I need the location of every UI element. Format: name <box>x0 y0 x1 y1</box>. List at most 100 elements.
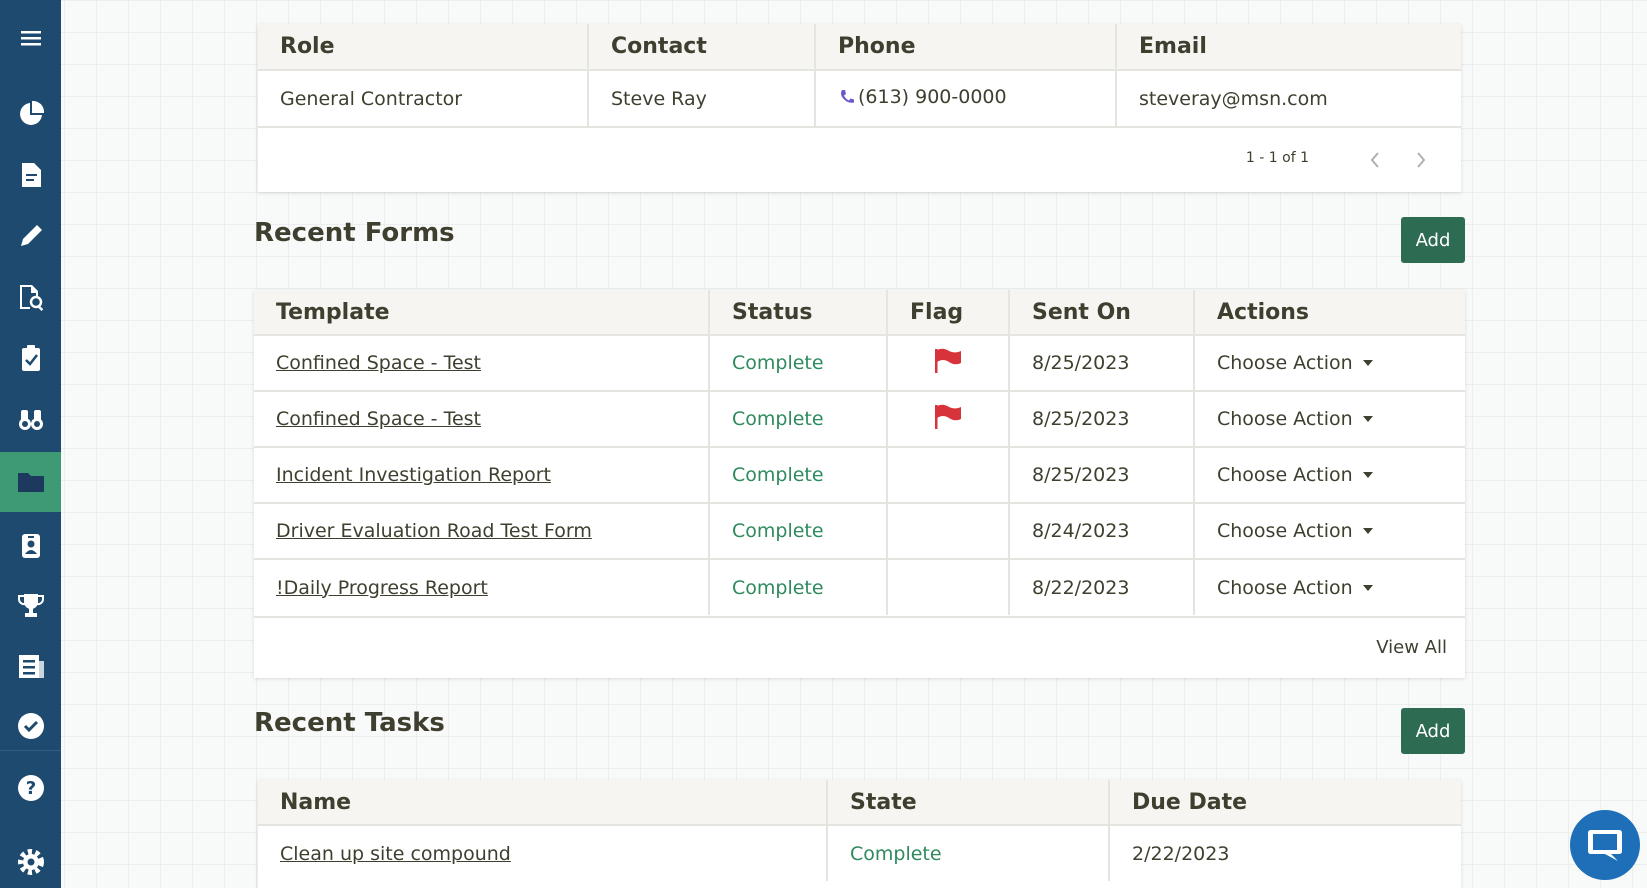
contact-email[interactable]: steveray@msn.com <box>1116 69 1461 126</box>
id-badge-icon <box>21 534 40 558</box>
add-form-button[interactable]: Add <box>1401 217 1465 263</box>
form-sent-on: 8/24/2023 <box>1009 502 1195 559</box>
folder-icon <box>17 473 44 492</box>
form-sent-on: 8/25/2023 <box>1009 446 1195 503</box>
recent-tasks-title: Recent Tasks <box>254 708 445 738</box>
gear-icon <box>17 849 44 875</box>
table-row: Clean up site compound Complete 2/22/202… <box>258 824 1461 881</box>
column-header-sent-on: Sent On <box>1009 290 1195 335</box>
sidebar: ? <box>0 0 61 888</box>
form-status: Complete <box>709 334 888 391</box>
table-row: Confined Space - Test Complete 8/25/2023… <box>254 390 1465 447</box>
table-row: Driver Evaluation Road Test Form Complet… <box>254 502 1465 559</box>
form-sent-on: 8/22/2023 <box>1009 558 1195 615</box>
chevron-left-icon <box>1370 152 1379 168</box>
caret-down-icon <box>1362 360 1373 366</box>
choose-action-label: Choose Action <box>1217 352 1353 374</box>
sidebar-item-news[interactable] <box>0 636 61 696</box>
add-task-button[interactable]: Add <box>1401 708 1465 754</box>
sidebar-item-edit[interactable] <box>0 206 61 266</box>
column-header-phone: Phone <box>815 24 1117 70</box>
caret-down-icon <box>1362 528 1373 534</box>
help-icon: ? <box>17 775 44 801</box>
flag-icon <box>935 404 961 429</box>
choose-action-dropdown[interactable]: Choose Action <box>1217 577 1373 599</box>
choose-action-label: Choose Action <box>1217 464 1353 486</box>
sidebar-item-settings[interactable] <box>0 832 61 888</box>
sidebar-item-search-forms[interactable] <box>0 267 61 327</box>
caret-down-icon <box>1362 584 1373 591</box>
choose-action-label: Choose Action <box>1217 408 1353 430</box>
flag-icon <box>935 348 961 373</box>
next-page-button[interactable] <box>1409 148 1433 172</box>
flag-cell <box>887 502 1010 559</box>
pencil-icon <box>20 225 42 246</box>
svg-text:?: ? <box>25 778 35 799</box>
choose-action-dropdown[interactable]: Choose Action <box>1217 464 1373 486</box>
menu-toggle[interactable] <box>0 8 61 68</box>
prev-page-button[interactable] <box>1363 148 1387 172</box>
column-header-status: Status <box>709 290 888 335</box>
newspaper-icon <box>18 655 44 678</box>
flag-cell <box>887 390 1010 447</box>
form-template-link[interactable]: Confined Space - Test <box>276 408 481 430</box>
caret-down-icon <box>1362 416 1373 422</box>
column-header-flag: Flag <box>887 290 1010 335</box>
choose-action-dropdown[interactable]: Choose Action <box>1217 408 1373 430</box>
table-row: !Daily Progress Report Complete 8/22/202… <box>254 558 1465 615</box>
sidebar-item-tasks[interactable] <box>0 696 61 756</box>
table-row: Incident Investigation Report Complete 8… <box>254 446 1465 503</box>
task-name-link[interactable]: Clean up site compound <box>280 843 511 865</box>
sidebar-item-documents[interactable] <box>0 145 61 205</box>
contacts-card: Role Contact Phone Email General Contrac… <box>258 24 1461 192</box>
form-sent-on: 8/25/2023 <box>1009 334 1195 391</box>
choose-action-label: Choose Action <box>1217 520 1353 542</box>
task-state: Complete <box>827 824 1110 881</box>
form-template-link[interactable]: Confined Space - Test <box>276 352 481 374</box>
contact-phone-cell: (613) 900-0000 <box>815 69 1117 126</box>
sidebar-item-checklists[interactable] <box>0 328 61 388</box>
check-circle-icon <box>17 713 44 739</box>
binoculars-icon <box>18 410 43 430</box>
sidebar-item-projects[interactable] <box>0 452 61 512</box>
form-template-link[interactable]: !Daily Progress Report <box>276 577 488 599</box>
sidebar-item-people[interactable] <box>0 515 61 575</box>
search-document-icon <box>19 285 43 312</box>
form-status: Complete <box>709 390 888 447</box>
column-header-due-date: Due Date <box>1109 780 1461 825</box>
recent-forms-card: Template Status Flag Sent On Actions Con… <box>254 290 1465 678</box>
view-all-link[interactable]: View All <box>1376 637 1447 658</box>
menu-icon <box>20 31 41 46</box>
form-status: Complete <box>709 502 888 559</box>
contact-name: Steve Ray <box>588 69 816 126</box>
chat-widget-button[interactable] <box>1570 810 1640 880</box>
column-header-actions: Actions <box>1194 290 1465 335</box>
recent-tasks-table: Name State Due Date Clean up site compou… <box>258 780 1461 881</box>
column-header-template: Template <box>254 290 710 335</box>
chevron-right-icon <box>1417 152 1426 168</box>
form-status: Complete <box>709 446 888 503</box>
sidebar-item-help[interactable]: ? <box>0 758 61 818</box>
form-template-link[interactable]: Driver Evaluation Road Test Form <box>276 520 592 542</box>
column-header-name: Name <box>258 780 828 825</box>
flag-cell <box>887 446 1010 503</box>
sidebar-item-awards[interactable] <box>0 575 61 635</box>
sidebar-item-observations[interactable] <box>0 389 61 449</box>
form-sent-on: 8/25/2023 <box>1009 390 1195 447</box>
divider <box>258 126 1461 128</box>
column-header-role: Role <box>258 24 589 70</box>
chat-bubble-icon <box>1588 830 1622 861</box>
choose-action-label: Choose Action <box>1217 576 1353 599</box>
sidebar-item-dashboard[interactable] <box>0 84 61 144</box>
recent-forms-table: Template Status Flag Sent On Actions Con… <box>254 290 1465 615</box>
choose-action-dropdown[interactable]: Choose Action <box>1217 520 1373 542</box>
document-icon <box>21 163 41 187</box>
phone-link[interactable]: (613) 900-0000 <box>858 86 1007 108</box>
form-template-link[interactable]: Incident Investigation Report <box>276 464 551 486</box>
choose-action-dropdown[interactable]: Choose Action <box>1217 352 1373 374</box>
divider <box>254 616 1465 618</box>
form-status: Complete <box>709 558 888 615</box>
table-row: Confined Space - Test Complete 8/25/2023… <box>254 334 1465 391</box>
task-due-date: 2/22/2023 <box>1109 824 1461 881</box>
flag-cell <box>887 558 1010 615</box>
